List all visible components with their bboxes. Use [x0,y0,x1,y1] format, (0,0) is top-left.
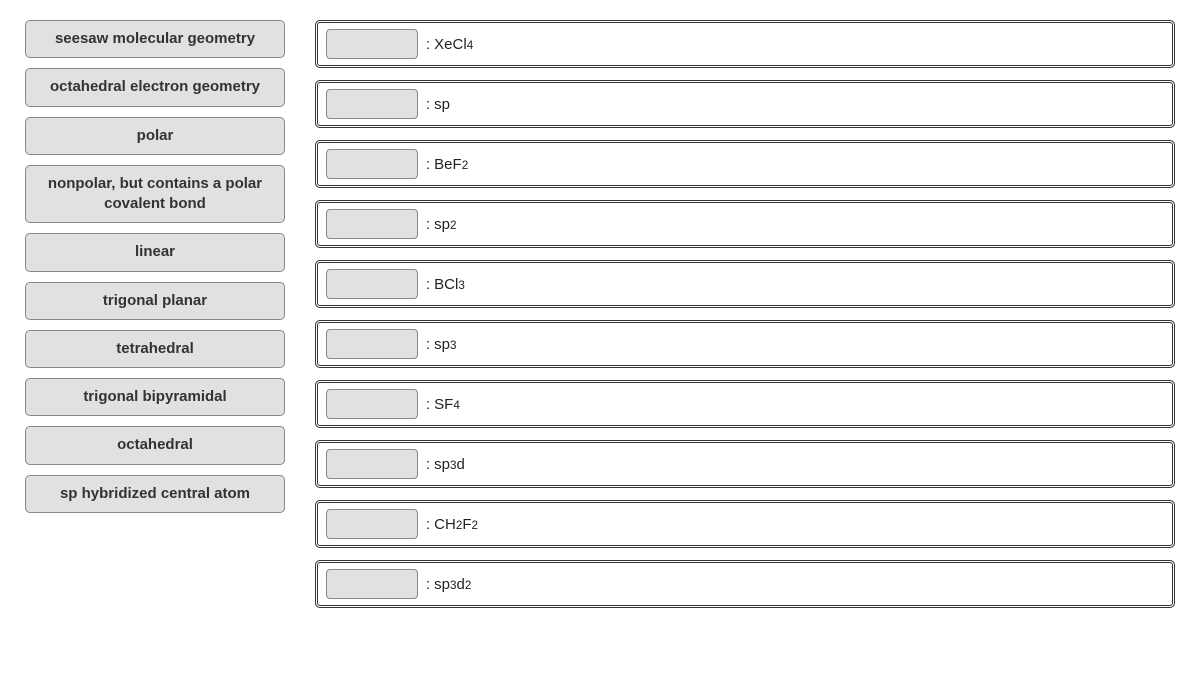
separator: : [426,516,430,533]
drop-target-list: : XeCl4: sp: BeF2: sp2: BCl3: sp3: SF4: … [315,20,1175,608]
formula-part: F [462,516,471,533]
dropzone-t4[interactable] [326,269,418,299]
formula-part: d [457,456,465,473]
drop-row-t3: : sp2 [315,200,1175,248]
drop-row-t9: : sp3d2 [315,560,1175,608]
draggable-d2[interactable]: polar [25,117,285,155]
dropzone-t3[interactable] [326,209,418,239]
draggable-d1[interactable]: octahedral electron geometry [25,68,285,106]
draggable-d8[interactable]: octahedral [25,426,285,464]
drop-row-t5: : sp3 [315,320,1175,368]
formula-part: sp [434,456,450,473]
separator: : [426,336,430,353]
dropzone-t1[interactable] [326,89,418,119]
draggable-d6[interactable]: tetrahedral [25,330,285,368]
draggable-list: seesaw molecular geometry octahedral elec… [25,20,285,513]
separator: : [426,216,430,233]
drop-row-t8: : CH2F2 [315,500,1175,548]
formula-part: sp [434,576,450,593]
formula-part: BCl [434,276,458,293]
target-label-t8: : CH2F2 [426,516,478,533]
dropzone-t0[interactable] [326,29,418,59]
drop-row-t2: : BeF2 [315,140,1175,188]
draggable-d3[interactable]: nonpolar, but contains a polar covalent … [25,165,285,224]
target-label-t9: : sp3d2 [426,576,471,593]
drop-row-t0: : XeCl4 [315,20,1175,68]
drop-row-t7: : sp3d [315,440,1175,488]
separator: : [426,456,430,473]
draggable-d5[interactable]: trigonal planar [25,282,285,320]
dropzone-t9[interactable] [326,569,418,599]
draggable-d4[interactable]: linear [25,233,285,271]
dropzone-t7[interactable] [326,449,418,479]
drop-row-t4: : BCl3 [315,260,1175,308]
formula-part: sp [434,336,450,353]
dropzone-t8[interactable] [326,509,418,539]
dropzone-t2[interactable] [326,149,418,179]
draggable-d9[interactable]: sp hybridized central atom [25,475,285,513]
draggable-d0[interactable]: seesaw molecular geometry [25,20,285,58]
target-label-t0: : XeCl4 [426,36,473,53]
separator: : [426,36,430,53]
target-label-t3: : sp2 [426,216,457,233]
formula-part: XeCl [434,36,467,53]
target-label-t1: : sp [426,96,450,113]
target-label-t2: : BeF2 [426,156,468,173]
formula-part: SF [434,396,453,413]
target-label-t7: : sp3d [426,456,465,473]
formula-part: CH [434,516,456,533]
drop-row-t6: : SF4 [315,380,1175,428]
formula-part: sp [434,96,450,113]
formula-part: BeF [434,156,462,173]
target-label-t6: : SF4 [426,396,460,413]
matching-exercise: seesaw molecular geometry octahedral elec… [25,20,1175,608]
separator: : [426,96,430,113]
dropzone-t6[interactable] [326,389,418,419]
target-label-t4: : BCl3 [426,276,465,293]
separator: : [426,576,430,593]
drop-row-t1: : sp [315,80,1175,128]
target-label-t5: : sp3 [426,336,457,353]
separator: : [426,276,430,293]
separator: : [426,156,430,173]
formula-part: sp [434,216,450,233]
dropzone-t5[interactable] [326,329,418,359]
draggable-d7[interactable]: trigonal bipyramidal [25,378,285,416]
formula-part: d [457,576,465,593]
separator: : [426,396,430,413]
